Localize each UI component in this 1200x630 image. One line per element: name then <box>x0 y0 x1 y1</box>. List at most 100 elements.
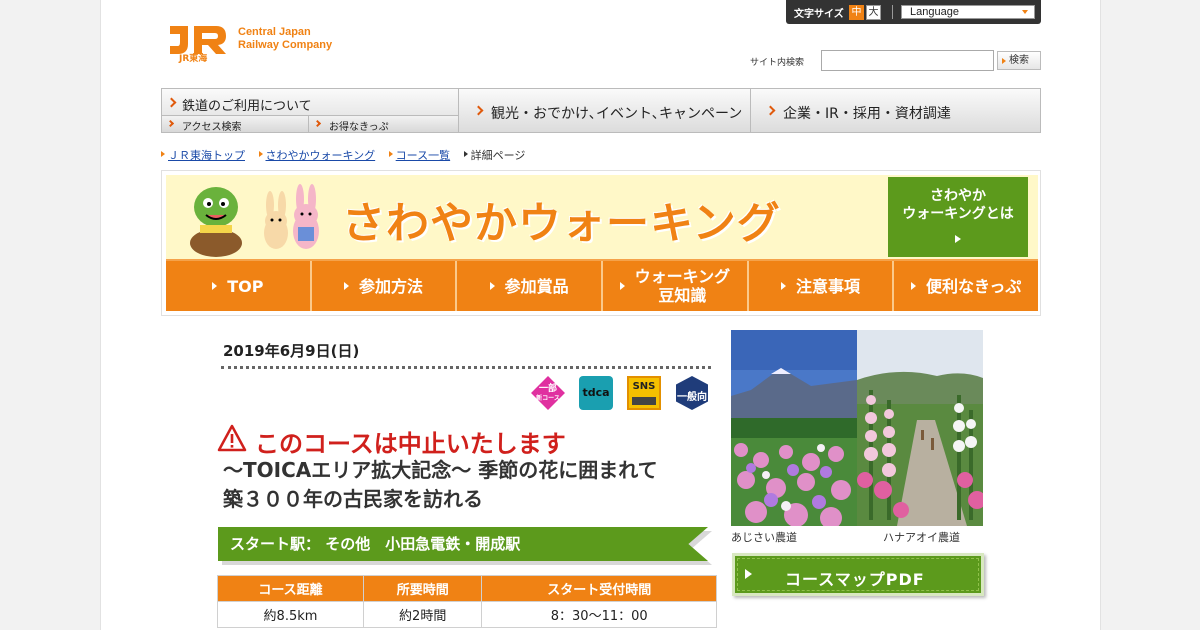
start-station-banner: スタート駅： その他 小田急電鉄・開成駅 <box>218 527 708 561</box>
arrow-right-icon <box>489 282 495 290</box>
arrow-right-icon <box>212 282 218 290</box>
arrow-right-icon <box>344 282 349 290</box>
arrow-right-icon <box>955 235 961 243</box>
course-date: 2019年6月9日(日) <box>223 342 360 360</box>
menu-item-prizes-label: 参加賞品 <box>504 276 569 296</box>
photo-caption-hydrangea: あじさい農道 <box>731 531 797 544</box>
course-map-pdf-button[interactable]: コースマップPDF <box>732 553 984 596</box>
partial-icon-label: 一部 新コース <box>531 385 565 403</box>
chevron-right-icon <box>166 119 175 128</box>
menu-item-walking-tips[interactable]: ウォーキング 豆知識 <box>603 261 749 311</box>
mascot-illustration <box>190 184 319 257</box>
partial-new-course-icon: 一部 新コース <box>531 376 565 410</box>
menu-item-tickets-label: 便利なきっぷ <box>926 276 1022 296</box>
nav-discount-tickets-label: お得なきっぷ <box>329 122 389 133</box>
partial-line-2: 新コース <box>536 395 560 402</box>
menu-item-top[interactable]: TOP <box>166 261 312 311</box>
page-container: JR東海 Central Japan Railway Company 文字サイズ… <box>100 0 1101 630</box>
course-title: ～TOICAエリア拡大記念～ 季節の花に囲まれて 築３００年の古民家を訪れる <box>223 456 733 514</box>
menu-item-how-to-join[interactable]: 参加方法 <box>312 261 458 311</box>
chevron-right-icon <box>765 105 776 116</box>
search-input[interactable] <box>821 50 994 71</box>
logo-line-2: Railway Company <box>238 39 333 51</box>
breadcrumb-link-walking[interactable]: さわやかウォーキング <box>258 147 375 163</box>
menu-item-prizes[interactable]: 参加賞品 <box>457 261 604 311</box>
walking-menu: TOP 参加方法 参加賞品 ウォーキング 豆知識 注意事項 便利なきっぷ <box>166 259 1038 311</box>
cell-distance: 約8.5km <box>217 601 364 628</box>
chevron-right-icon <box>473 105 484 116</box>
search-label: サイト内検索 <box>750 58 805 68</box>
arrow-right-icon <box>911 282 916 290</box>
nav-sightseeing-label: 観光・おでかけ､イベント､キャンペーン <box>491 106 743 122</box>
cell-start-time: 8：30～11：00 <box>481 601 717 628</box>
font-size-large-button[interactable]: 大 <box>866 5 881 20</box>
menu-item-top-label: TOP <box>227 276 264 296</box>
language-select-label: Language <box>910 6 959 18</box>
logo-line-1: Central Japan <box>238 26 311 38</box>
photo-caption-hollyhock: ハナアオイ農道 <box>883 531 960 544</box>
warning-icon <box>217 424 247 452</box>
search-button[interactable]: 検索 <box>997 51 1041 70</box>
course-info-table: コース距離 所要時間 スタート受付時間 約8.5km 約2時間 8：30～11：… <box>217 575 717 628</box>
breadcrumb-link-course-list[interactable]: コース一覧 <box>388 147 450 163</box>
banner-header: さわやかウォーキング さわやか ウォーキングとは <box>166 175 1038 259</box>
nav-access-search-label: アクセス検索 <box>182 122 242 133</box>
arrow-right-icon <box>745 569 752 579</box>
about-line-1: さわやか <box>930 188 986 204</box>
photo-hollyhock-road <box>857 330 983 526</box>
course-title-line-2: 築３００年の古民家を訪れる <box>223 487 483 511</box>
banner-title: さわやかウォーキング <box>342 199 781 249</box>
jr-central-logo[interactable]: JR東海 Central Japan Railway Company <box>166 18 356 64</box>
menu-item-tickets[interactable]: 便利なきっぷ <box>894 261 1038 311</box>
photo-hollyhock-image <box>857 330 983 526</box>
breadcrumb: ＪＲ東海トップ さわやかウォーキング コース一覧 詳細ページ <box>161 147 535 163</box>
general-icon-label: 一般向 <box>677 392 707 403</box>
general-course-icon: 一般向 <box>675 376 709 410</box>
utility-bar: 文字サイズ 中 大 Language <box>786 0 1041 24</box>
nav-corporate[interactable]: 企業・IR・採用・資材調達 <box>751 89 1040 132</box>
nav-railway-usage-label: 鉄道のご利用について <box>182 99 312 114</box>
breadcrumb-link-top[interactable]: ＪＲ東海トップ <box>161 147 245 163</box>
walking-banner: さわやかウォーキング さわやか ウォーキングとは TOP 参加方法 参加賞品 ウ… <box>161 170 1041 316</box>
cell-duration: 約2時間 <box>362 601 483 628</box>
about-walking-button[interactable]: さわやか ウォーキングとは <box>888 177 1028 257</box>
utility-divider <box>892 5 893 19</box>
photo-hydrangea-road <box>731 330 857 526</box>
dotted-divider <box>221 366 711 369</box>
partial-line-1: 一部 <box>538 384 557 394</box>
menu-tips-line-2: 豆知識 <box>658 286 707 305</box>
breadcrumb-current: 詳細ページ <box>463 147 525 163</box>
nav-access-search[interactable]: アクセス検索 <box>162 116 309 133</box>
nav-railway-usage[interactable]: 鉄道のご利用について <box>162 89 459 116</box>
arrow-right-icon <box>781 282 787 290</box>
menu-tips-line-1: ウォーキング <box>634 267 731 286</box>
toica-icon: tdca <box>579 376 613 410</box>
table-row: 約8.5km 約2時間 8：30～11：00 <box>217 601 717 628</box>
language-select[interactable]: Language <box>901 5 1035 19</box>
cancel-notice-text: このコースは中止いたします <box>255 430 566 458</box>
logo-subtitle: JR東海 <box>179 54 208 64</box>
arrow-right-icon <box>619 282 625 290</box>
header-duration: 所要時間 <box>362 575 483 602</box>
logo-company-name: Central Japan Railway Company <box>238 26 358 52</box>
nav-corporate-label: 企業・IR・採用・資材調達 <box>783 106 951 122</box>
sns-icon-label: SNS <box>632 381 656 392</box>
nav-discount-tickets[interactable]: お得なきっぷ <box>309 116 459 133</box>
menu-item-notes-label: 注意事項 <box>796 276 861 296</box>
start-station-value: その他 小田急電鉄・開成駅 <box>325 535 521 553</box>
chevron-right-icon <box>166 97 177 108</box>
chevron-right-icon <box>313 119 322 128</box>
start-station-label: スタート駅： <box>230 535 321 553</box>
chevron-down-icon <box>1022 10 1028 14</box>
menu-item-how-to-join-label: 参加方法 <box>359 276 424 296</box>
table-header-row: コース距離 所要時間 スタート受付時間 <box>217 575 717 602</box>
header-distance: コース距離 <box>217 575 364 602</box>
menu-item-notes[interactable]: 注意事項 <box>749 261 895 311</box>
font-size-medium-button[interactable]: 中 <box>849 5 864 20</box>
nav-sightseeing[interactable]: 観光・おでかけ､イベント､キャンペーン <box>459 89 751 132</box>
header-start-time: スタート受付時間 <box>481 575 717 602</box>
course-icons: 一部 新コース tdca SNS 一般向 <box>531 376 711 410</box>
course-title-line-1: ～TOICAエリア拡大記念～ 季節の花に囲まれて <box>223 458 658 482</box>
font-size-label: 文字サイズ <box>794 9 844 20</box>
sns-icon: SNS <box>627 376 661 410</box>
